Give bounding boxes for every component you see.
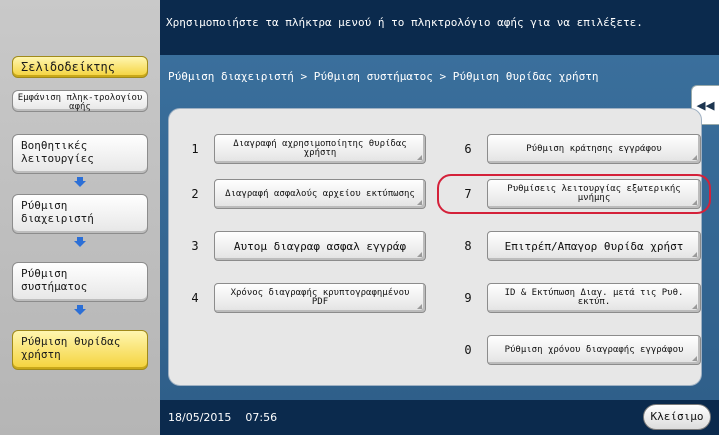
option-row-4: 4 Χρόνος διαγραφής κρυπτογραφημένου PDF — [180, 283, 428, 313]
option-number: 2 — [191, 187, 199, 201]
auto-delete-secure-document-button[interactable]: Αυτομ διαγραφ ασφαλ εγγράφ — [214, 231, 426, 261]
option-row-6: 6 Ρύθμιση κράτησης εγγράφου — [453, 134, 703, 164]
time-text: 07:56 — [245, 411, 278, 424]
sidebar: Σελιδοδείκτης Εμφάνιση πληκ-τρολογίου αφ… — [0, 0, 160, 435]
status-bar: 18/05/2015 07:56 Κλείσιμο — [160, 400, 719, 435]
option-number: 0 — [464, 343, 472, 357]
option-row-8: 8 Επιτρέπ/Απαγορ θυρίδα χρήστ — [453, 231, 703, 261]
encrypted-pdf-delete-time-button[interactable]: Χρόνος διαγραφής κρυπτογραφημένου PDF — [214, 283, 426, 313]
breadcrumb: Ρύθμιση διαχειριστή > Ρύθμιση συστήματος… — [168, 70, 599, 83]
screen: Σελιδοδείκτης Εμφάνιση πληκ-τρολογίου αφ… — [0, 0, 719, 435]
delete-unused-user-box-button[interactable]: Διαγραφή αχρησιμοποίητης θυρίδας χρήστη — [214, 134, 426, 164]
option-row-0: 0 Ρύθμιση χρόνου διαγραφής εγγράφου — [453, 335, 703, 365]
document-delete-time-button[interactable]: Ρύθμιση χρόνου διαγραφής εγγράφου — [487, 335, 701, 365]
option-number: 1 — [191, 142, 199, 156]
option-number: 6 — [464, 142, 472, 156]
bookmark-button[interactable]: Σελιδοδείκτης — [12, 56, 148, 78]
system-settings-button[interactable]: Ρύθμιση συστήματος — [12, 262, 148, 302]
admin-settings-button[interactable]: Ρύθμιση διαχειριστή — [12, 194, 148, 234]
option-row-3: 3 Αυτομ διαγραφ ασφαλ εγγράφ — [180, 231, 428, 261]
option-row-9: 9 ID & Εκτύπωση Διαγ. μετά τις Ρυθ. εκτύ… — [453, 283, 703, 313]
allow-deny-user-box-button[interactable]: Επιτρέπ/Απαγορ θυρίδα χρήστ — [487, 231, 701, 261]
delete-secure-print-file-button[interactable]: Διαγραφή ασφαλούς αρχείου εκτύπωσης — [214, 179, 426, 209]
option-number: 3 — [191, 239, 199, 253]
option-row-1: 1 Διαγραφή αχρησιμοποίητης θυρίδας χρήστ… — [180, 134, 428, 164]
down-arrow-icon — [74, 177, 86, 187]
down-arrow-icon — [74, 237, 86, 247]
instruction-text: Χρησιμοποιήστε τα πλήκτρα μενού ή το πλη… — [166, 16, 643, 29]
option-number: 8 — [464, 239, 472, 253]
option-row-2: 2 Διαγραφή ασφαλούς αρχείου εκτύπωσης — [180, 179, 428, 209]
down-arrow-icon — [74, 305, 86, 315]
date-text: 18/05/2015 — [168, 411, 232, 424]
document-hold-setting-button[interactable]: Ρύθμιση κράτησης εγγράφου — [487, 134, 701, 164]
highlight-outline — [437, 174, 711, 214]
instruction-bar: Χρησιμοποιήστε τα πλήκτρα μενού ή το πλη… — [160, 0, 719, 55]
utility-button[interactable]: Βοηθητικές λειτουργίες — [12, 134, 148, 174]
option-number: 9 — [464, 291, 472, 305]
user-box-settings-button[interactable]: Ρύθμιση θυρίδας χρήστη — [12, 330, 148, 370]
keypad-button[interactable]: Εμφάνιση πληκ-τρολογίου αφής — [12, 90, 148, 112]
close-button[interactable]: Κλείσιμο — [643, 404, 711, 430]
id-print-delete-after-print-button[interactable]: ID & Εκτύπωση Διαγ. μετά τις Ρυθ. εκτύπ. — [487, 283, 701, 313]
option-number: 4 — [191, 291, 199, 305]
datetime: 18/05/2015 07:56 — [168, 411, 277, 424]
